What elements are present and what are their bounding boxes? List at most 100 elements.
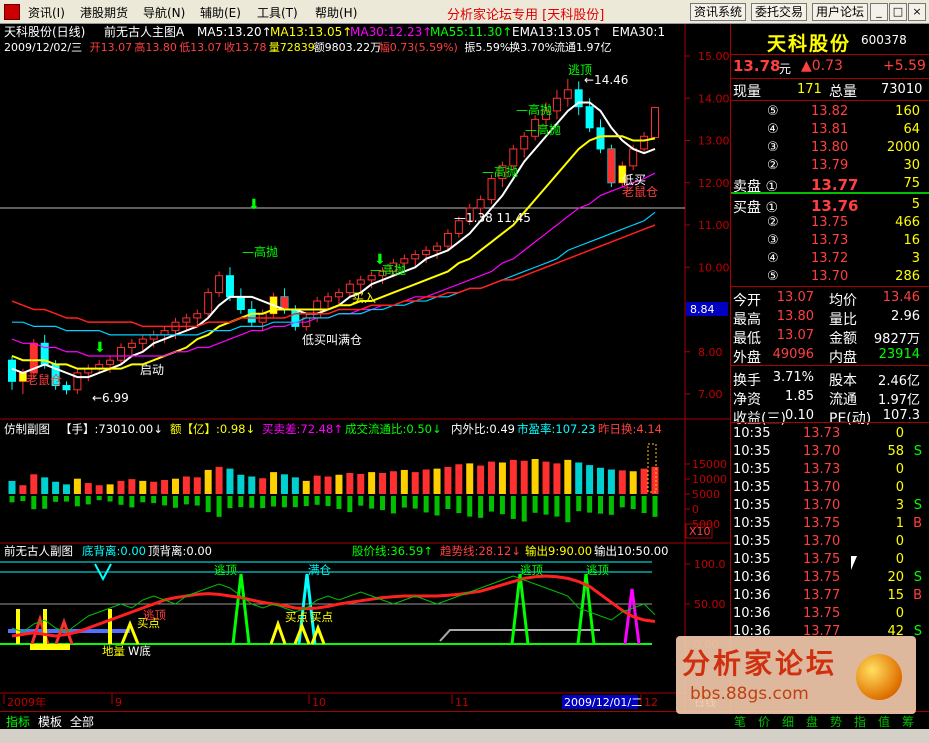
chart-annotation: 老鼠仓 <box>622 185 658 199</box>
signal-spike <box>231 573 251 645</box>
tick-volume: 0 <box>895 480 904 495</box>
volume-bar-negative <box>587 496 593 513</box>
osc-annotation: 满仓 <box>308 563 331 577</box>
menu-item-info[interactable]: 资讯(I) <box>28 4 65 21</box>
chart-annotation: ←6.99 <box>92 391 129 405</box>
user-forum-button[interactable]: 用户论坛 <box>812 3 869 21</box>
tab-book[interactable]: 盘 <box>806 713 818 730</box>
volume-bar <box>324 476 332 494</box>
bid-price: 13.76 <box>811 197 859 215</box>
sub2-label: 输出10:50.00 <box>594 544 668 558</box>
candle-body <box>236 296 245 311</box>
volume-bar <box>204 469 212 494</box>
chart-annotation: 启动 <box>140 363 164 377</box>
menu-item-assist[interactable]: 辅助(E) <box>200 4 241 21</box>
volume-bar-negative <box>227 496 233 509</box>
tab-indicator[interactable]: 指标 <box>6 713 30 730</box>
volume-bar-negative <box>630 496 636 510</box>
volume-bar-negative <box>107 496 113 502</box>
volume-bar-negative <box>20 496 26 502</box>
tick-row: 10:36 13.77 15 B <box>731 587 929 605</box>
price-change-pct: +5.59 <box>883 58 926 74</box>
maximize-icon[interactable]: □ <box>889 3 907 21</box>
tab-tick[interactable]: 笔 <box>734 713 746 730</box>
volume-bar <box>291 477 299 494</box>
tab-price[interactable]: 价 <box>758 713 770 730</box>
volume-bar <box>640 468 648 494</box>
tab-template[interactable]: 模板 <box>38 713 62 730</box>
volume-bar <box>564 459 572 494</box>
chart-area[interactable]: 天科股份(日线) 前无古人主图A MA5:13.20↑ MA13:13.05↑ MA… <box>0 24 730 729</box>
price-axis-tick: 10.00 <box>698 261 730 274</box>
tick-flag: S <box>913 444 922 459</box>
tab-all[interactable]: 全部 <box>70 713 94 730</box>
sub2-label: 顶背离:0.00 <box>148 544 212 558</box>
candle-body <box>509 148 518 167</box>
tab-trend[interactable]: 势 <box>830 713 842 730</box>
signal-spike <box>293 621 311 645</box>
sub2-label: 股价线:36.59↑ <box>352 544 433 558</box>
tick-volume: 0 <box>895 534 904 549</box>
tab-chips[interactable]: 筹 <box>902 713 914 730</box>
chart-svg[interactable]: 天科股份(日线) 前无古人主图A MA5:13.20↑MA13:13.05↑MA… <box>0 24 730 711</box>
chart-annotation: —高抛 <box>482 164 518 179</box>
ask-row: ③ 13.80 2000 <box>731 139 929 157</box>
candle-body <box>8 359 16 382</box>
tab-index[interactable]: 指 <box>854 713 866 730</box>
volume-bar <box>248 476 256 494</box>
chart-annotation: 低买叫满仓 <box>302 333 362 347</box>
volume-bar-negative <box>641 496 647 514</box>
volume-bar <box>19 485 27 494</box>
volume-bar <box>651 466 659 494</box>
tick-volume: 15 <box>887 588 904 603</box>
tick-row: 10:35 13.73 0 <box>731 425 929 443</box>
stat-value: 23914 <box>878 347 920 362</box>
volume-bar-negative <box>260 496 266 509</box>
volume-bar <box>433 468 441 494</box>
menu-item-help[interactable]: 帮助(H) <box>315 4 357 21</box>
volume-bar <box>629 471 637 494</box>
minimize-icon[interactable]: _ <box>870 3 888 21</box>
stock-name: 天科股份 <box>767 33 852 55</box>
stat-value: 107.3 <box>882 408 920 423</box>
series-line-ema <box>11 224 656 328</box>
quote-info-text: 额9803.22万 <box>314 41 382 54</box>
menu-item-navigate[interactable]: 导航(N) <box>143 4 185 21</box>
app-icon[interactable] <box>4 4 20 20</box>
sub1-label: 买卖差:72.48↑ <box>262 422 343 436</box>
volume-bar <box>346 473 354 494</box>
menu-item-tools[interactable]: 工具(T) <box>257 4 298 21</box>
status-bar <box>0 729 929 743</box>
tab-value[interactable]: 值 <box>878 713 890 730</box>
bid-level: ② <box>767 215 779 230</box>
volume-bar <box>422 469 430 494</box>
ask-price: 13.81 <box>811 122 849 137</box>
candle-body <box>334 292 343 298</box>
trade-button[interactable]: 委托交易 <box>751 3 808 21</box>
bid-volume: 466 <box>895 215 920 230</box>
tick-volume: 0 <box>895 426 904 441</box>
news-system-button[interactable]: 资讯系统 <box>690 3 747 21</box>
candle-body <box>585 106 594 129</box>
last-price: 13.78 <box>733 57 781 75</box>
volume-bar <box>270 472 278 494</box>
tab-detail[interactable]: 细 <box>782 713 794 730</box>
volume-bar-negative <box>499 496 505 515</box>
tick-volume: 0 <box>895 552 904 567</box>
quote-info-text: 幅0.73(5.59%) <box>379 41 458 54</box>
chart-annotation: 买入 <box>352 291 376 305</box>
volume-bar-negative <box>205 496 211 513</box>
candle-body <box>291 309 300 327</box>
close-icon[interactable]: × <box>908 3 926 21</box>
time-axis-label: 10 <box>312 696 326 709</box>
tick-price: 13.77 <box>803 588 841 603</box>
time-axis-label: 9 <box>115 696 122 709</box>
osc-annotation: 逃顶 <box>586 563 609 577</box>
candle-body <box>324 296 333 302</box>
menu-item-hk-futures[interactable]: 港股期货 <box>80 4 128 21</box>
volume-bar-negative <box>31 496 37 510</box>
bid-row: 买盘 ① 13.76 5 <box>731 196 929 216</box>
volume-bar-negative <box>369 496 375 509</box>
volume-bar <box>586 465 594 494</box>
tick-row: 10:35 13.70 0 <box>731 479 929 497</box>
